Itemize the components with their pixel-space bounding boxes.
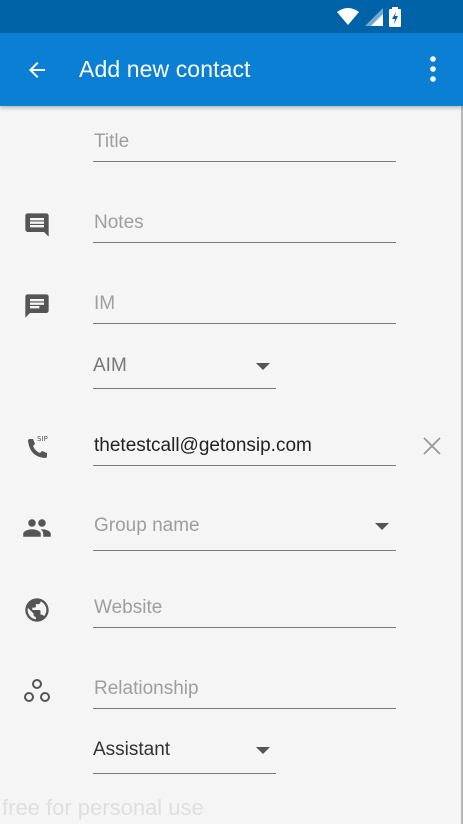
- field-underline: [93, 627, 396, 628]
- notes-field[interactable]: Notes: [93, 210, 396, 243]
- dropdown-arrow-icon: [256, 363, 270, 370]
- notes-input[interactable]: Notes: [93, 210, 396, 236]
- field-underline: [93, 708, 396, 709]
- arrow-back-icon: [29, 62, 45, 78]
- title-field[interactable]: Title: [93, 129, 396, 162]
- more-vert-icon: [430, 56, 436, 82]
- group-dropdown[interactable]: Group name: [93, 513, 396, 551]
- relationship-input[interactable]: Relationship: [93, 676, 396, 702]
- contact-form: Title Notes IM AIM SIP thetestcall@geton…: [0, 106, 463, 824]
- battery-charging-icon: [389, 7, 401, 27]
- globe-icon: [22, 595, 52, 625]
- sip-call-icon: SIP: [22, 433, 52, 463]
- title-input[interactable]: Title: [93, 129, 396, 155]
- group-value: Group name: [94, 515, 200, 536]
- field-underline: [93, 550, 396, 551]
- sip-input[interactable]: thetestcall@getonsip.com: [93, 433, 396, 459]
- website-input[interactable]: Website: [93, 595, 396, 621]
- chat-icon: [22, 291, 52, 321]
- dropdown-arrow-icon: [256, 747, 270, 754]
- back-button[interactable]: [22, 55, 52, 85]
- im-protocol-value: AIM: [93, 355, 127, 376]
- status-icons: [337, 7, 401, 27]
- watermark: free for personal use: [2, 795, 204, 820]
- people-icon: [22, 513, 52, 543]
- app-bar: Add new contact: [0, 33, 463, 106]
- page-title: Add new contact: [79, 56, 251, 82]
- svg-text:SIP: SIP: [37, 435, 48, 443]
- signal-icon: [365, 8, 383, 26]
- field-underline: [93, 323, 396, 324]
- wifi-icon: [337, 8, 359, 25]
- relationship-field[interactable]: Relationship: [93, 676, 396, 709]
- notes-icon: [22, 210, 52, 240]
- im-protocol-dropdown[interactable]: AIM: [93, 353, 276, 389]
- im-input[interactable]: IM: [93, 291, 396, 317]
- website-field[interactable]: Website: [93, 595, 396, 628]
- dropdown-arrow-icon: [375, 523, 389, 530]
- relationship-icon: [22, 676, 52, 706]
- status-bar: [0, 0, 463, 33]
- close-icon: [423, 437, 441, 455]
- field-underline: [93, 388, 276, 389]
- sip-field[interactable]: thetestcall@getonsip.com: [93, 433, 396, 466]
- field-underline: [93, 773, 276, 774]
- relationship-type-dropdown[interactable]: Assistant: [93, 737, 276, 774]
- field-underline: [93, 242, 396, 243]
- relationship-type-value: Assistant: [93, 739, 171, 760]
- overflow-menu-button[interactable]: [423, 53, 443, 85]
- field-underline: [93, 465, 396, 466]
- field-underline: [93, 161, 396, 162]
- clear-button[interactable]: [420, 434, 444, 458]
- im-field[interactable]: IM: [93, 291, 396, 324]
